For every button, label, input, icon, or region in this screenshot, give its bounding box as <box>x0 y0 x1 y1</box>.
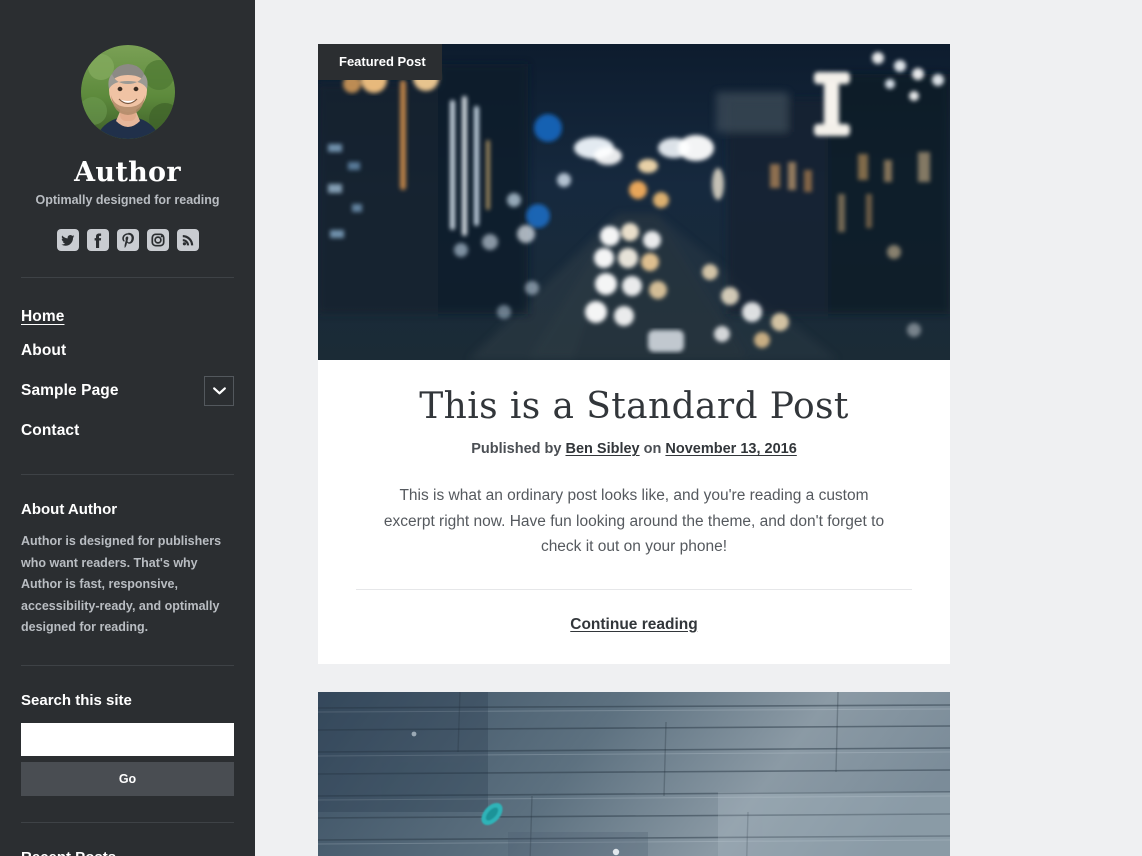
nav-link-sample-page[interactable]: Sample Page <box>21 382 119 400</box>
recent-posts-widget: Recent Posts This is a Standard Post Ano… <box>21 823 234 856</box>
featured-post-badge: Featured Post <box>318 44 442 80</box>
instagram-icon[interactable] <box>146 229 169 251</box>
main-content: Featured Post This is a Standard Post Pu… <box>255 0 1142 856</box>
post-byline: Published by Ben Sibley on November 13, … <box>340 441 928 457</box>
post-card-featured: Featured Post This is a Standard Post Pu… <box>318 44 950 664</box>
facebook-icon[interactable] <box>86 229 109 251</box>
page-root: Author Optimally designed for reading Ho… <box>0 0 1142 856</box>
nav-item-home[interactable]: Home <box>21 300 234 334</box>
post-title: This is a Standard Post <box>419 386 849 427</box>
social-links <box>21 229 234 251</box>
person-on-wooden-planks-photo[interactable] <box>318 691 950 856</box>
search-widget: Search this site Go <box>21 666 234 796</box>
rss-icon[interactable] <box>176 229 199 251</box>
post-divider <box>356 588 912 590</box>
nav-item-about[interactable]: About <box>21 334 234 368</box>
post-card-body: This is a Standard Post Published by Ben… <box>318 360 950 664</box>
avatar-wrapper <box>21 0 234 139</box>
post-date-link[interactable]: November 13, 2016 <box>665 441 796 457</box>
post-card-second <box>318 691 950 856</box>
twitter-icon[interactable] <box>56 229 79 251</box>
byline-prefix: Published by <box>471 441 562 458</box>
avatar <box>80 45 175 139</box>
about-author-widget: About Author Author is designed for publ… <box>21 475 234 639</box>
nav-link-contact[interactable]: Contact <box>21 422 79 440</box>
nav-item-sample-page[interactable]: Sample Page <box>21 368 234 414</box>
search-widget-title: Search this site <box>21 691 132 709</box>
post-author-link[interactable]: Ben Sibley <box>565 441 639 457</box>
recent-posts-title: Recent Posts <box>21 849 234 856</box>
nav-link-about[interactable]: About <box>21 342 66 360</box>
about-author-title: About Author <box>21 501 118 518</box>
post-excerpt: This is what an ordinary post looks like… <box>383 487 885 555</box>
chevron-down-icon[interactable] <box>204 376 234 406</box>
search-submit-button[interactable]: Go <box>21 761 234 796</box>
nav-item-contact[interactable]: Contact <box>21 414 234 448</box>
site-title: Author <box>74 157 181 188</box>
search-input[interactable] <box>21 722 234 756</box>
sidebar: Author Optimally designed for reading Ho… <box>0 0 255 856</box>
pinterest-icon[interactable] <box>116 229 139 251</box>
nav-link-home[interactable]: Home <box>21 308 64 326</box>
site-tagline: Optimally designed for reading <box>35 193 220 207</box>
city-night-bokeh-photo[interactable]: Featured Post <box>318 44 950 360</box>
primary-navigation: Home About Sample Page Contact <box>21 278 234 448</box>
continue-reading-link[interactable]: Continue reading <box>570 616 697 634</box>
byline-separator: on <box>643 441 662 458</box>
about-author-text: Author is designed for publishers who wa… <box>21 534 222 634</box>
